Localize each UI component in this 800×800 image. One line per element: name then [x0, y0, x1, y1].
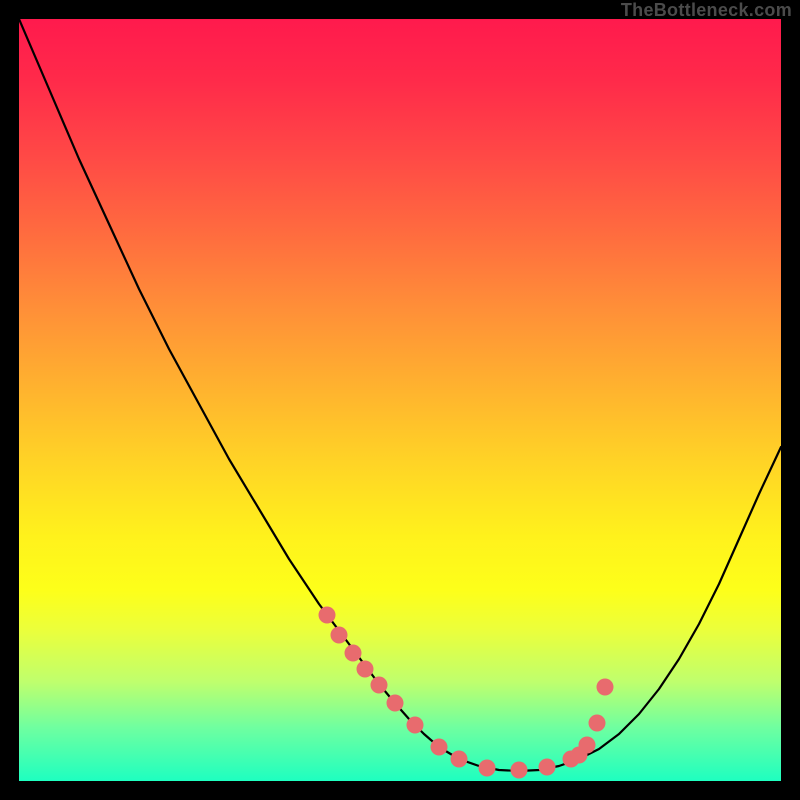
bottleneck-curve [19, 19, 781, 771]
marker-dot [387, 695, 404, 712]
plot-area [19, 19, 781, 781]
marker-dot [579, 737, 596, 754]
marker-dot [319, 607, 336, 624]
marker-dot [431, 739, 448, 756]
curve-layer [19, 19, 781, 781]
marker-dot [539, 759, 556, 776]
marker-dot [371, 677, 388, 694]
attribution-text: TheBottleneck.com [621, 0, 792, 21]
marker-dot [589, 715, 606, 732]
marker-dot [451, 751, 468, 768]
marker-dot [407, 717, 424, 734]
marker-dot [331, 627, 348, 644]
marker-dot [357, 661, 374, 678]
marker-dot [597, 679, 614, 696]
marker-group [319, 607, 614, 779]
chart-stage: TheBottleneck.com [0, 0, 800, 800]
marker-dot [479, 760, 496, 777]
marker-dot [345, 645, 362, 662]
marker-dot [511, 762, 528, 779]
